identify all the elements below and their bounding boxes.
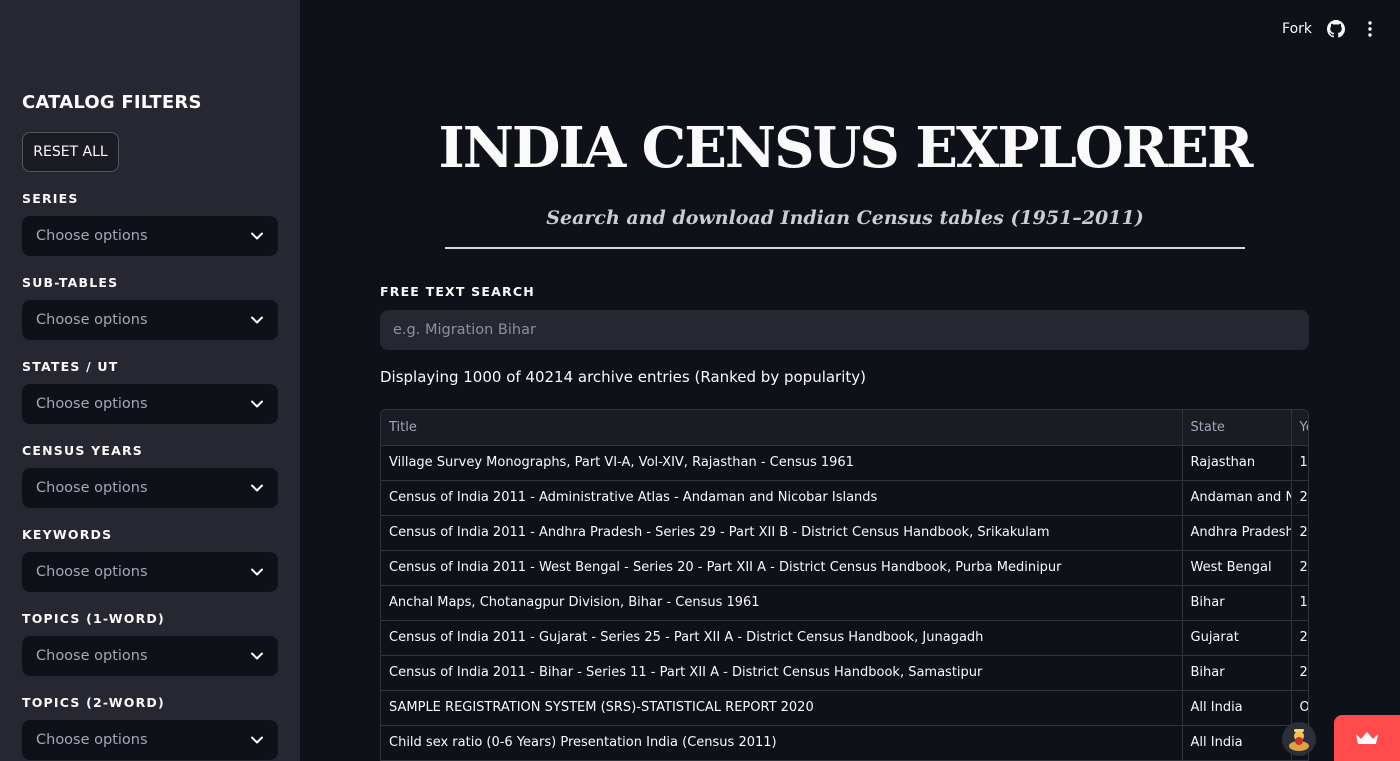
cell-state[interactable]: Bihar	[1182, 655, 1292, 691]
cell-state[interactable]: Bihar	[1182, 585, 1292, 621]
table-header-row: Title State Ye	[381, 410, 1308, 446]
cell-year[interactable]: O	[1291, 690, 1308, 726]
filter-census-years: CENSUS YEARS Choose options	[22, 442, 278, 508]
filter-topics-2-word: TOPICS (2-WORD) Choose options	[22, 694, 278, 760]
filter-topics-1-word: TOPICS (1-WORD) Choose options	[22, 610, 278, 676]
select-placeholder: Choose options	[36, 732, 148, 748]
cell-year[interactable]: 20	[1291, 620, 1308, 656]
cell-title[interactable]: Census of India 2011 - West Bengal - Ser…	[381, 550, 1183, 586]
filter-label: TOPICS (1-WORD)	[22, 611, 165, 626]
cell-state[interactable]: West Bengal	[1182, 550, 1292, 586]
results-count: Displaying 1000 of 40214 archive entries…	[380, 368, 867, 386]
kebab-menu-icon[interactable]	[1360, 19, 1380, 39]
cell-state[interactable]: Rajasthan	[1182, 445, 1292, 481]
sub-tables-multiselect[interactable]: Choose options	[22, 300, 278, 340]
filter-states-ut: STATES / UT Choose options	[22, 358, 278, 424]
table-row[interactable]: SAMPLE REGISTRATION SYSTEM (SRS)-STATIST…	[381, 690, 1308, 726]
filter-sub-tables: SUB-TABLES Choose options	[22, 274, 278, 340]
chevron-down-icon	[250, 397, 264, 411]
cell-year[interactable]: 19	[1291, 445, 1308, 481]
chevron-down-icon	[250, 733, 264, 747]
cell-title[interactable]: Anchal Maps, Chotanagpur Division, Bihar…	[381, 585, 1183, 621]
select-placeholder: Choose options	[36, 312, 148, 328]
keywords-multiselect[interactable]: Choose options	[22, 552, 278, 592]
chevron-down-icon	[250, 313, 264, 327]
cell-title[interactable]: Census of India 2011 - Bihar - Series 11…	[381, 655, 1183, 691]
cell-year[interactable]: 19	[1291, 585, 1308, 621]
cell-title[interactable]: SAMPLE REGISTRATION SYSTEM (SRS)-STATIST…	[381, 690, 1183, 726]
filter-label: SERIES	[22, 191, 79, 206]
user-avatar[interactable]	[1282, 722, 1316, 756]
filter-label: TOPICS (2-WORD)	[22, 695, 165, 710]
header-toolbar: Fork	[1282, 14, 1380, 44]
cell-title[interactable]: Census of India 2011 - Gujarat - Series …	[381, 620, 1183, 656]
column-header-state[interactable]: State	[1182, 410, 1292, 446]
sidebar-title: CATALOG FILTERS	[22, 92, 202, 113]
table-row[interactable]: Census of India 2011 - Administrative At…	[381, 480, 1308, 516]
select-placeholder: Choose options	[36, 396, 148, 412]
chevron-down-icon	[250, 481, 264, 495]
cell-title[interactable]: Child sex ratio (0-6 Years) Presentation…	[381, 725, 1183, 761]
filter-label: SUB-TABLES	[22, 275, 119, 290]
fork-link[interactable]: Fork	[1282, 21, 1312, 37]
cell-year[interactable]: 20	[1291, 480, 1308, 516]
github-icon[interactable]	[1326, 19, 1346, 39]
sidebar: CATALOG FILTERS RESET ALL SERIES Choose …	[0, 0, 300, 761]
select-placeholder: Choose options	[36, 564, 148, 580]
avatar-figure-icon	[1289, 729, 1309, 751]
topics-1-word-multiselect[interactable]: Choose options	[22, 636, 278, 676]
chevron-down-icon	[250, 649, 264, 663]
title-divider	[445, 247, 1245, 249]
app-root: CATALOG FILTERS RESET ALL SERIES Choose …	[0, 0, 1400, 761]
table-row[interactable]: Village Survey Monographs, Part VI-A, Vo…	[381, 445, 1308, 481]
cell-state[interactable]: Gujarat	[1182, 620, 1292, 656]
streamlit-badge[interactable]	[1334, 715, 1400, 761]
table-row[interactable]: Census of India 2011 - West Bengal - Ser…	[381, 550, 1308, 586]
table-row[interactable]: Census of India 2011 - Bihar - Series 11…	[381, 655, 1308, 691]
results-table[interactable]: Title State Ye Village Survey Monographs…	[380, 409, 1309, 761]
cell-year[interactable]: 20	[1291, 515, 1308, 551]
cell-year[interactable]: 20	[1291, 655, 1308, 691]
chevron-down-icon	[250, 229, 264, 243]
cell-title[interactable]: Census of India 2011 - Andhra Pradesh - …	[381, 515, 1183, 551]
census-years-multiselect[interactable]: Choose options	[22, 468, 278, 508]
filter-label: CENSUS YEARS	[22, 443, 143, 458]
states-ut-multiselect[interactable]: Choose options	[22, 384, 278, 424]
filter-label: KEYWORDS	[22, 527, 113, 542]
chevron-down-icon	[250, 565, 264, 579]
crown-icon	[1356, 732, 1378, 744]
filter-label: STATES / UT	[22, 359, 119, 374]
select-placeholder: Choose options	[36, 480, 148, 496]
table-row[interactable]: Census of India 2011 - Gujarat - Series …	[381, 620, 1308, 656]
page-title: INDIA CENSUS EXPLORER	[438, 115, 1254, 181]
table-row[interactable]: Anchal Maps, Chotanagpur Division, Bihar…	[381, 585, 1308, 621]
cell-state[interactable]: Andaman and Nic	[1182, 480, 1292, 516]
series-multiselect[interactable]: Choose options	[22, 216, 278, 256]
reset-all-button[interactable]: RESET ALL	[22, 132, 119, 172]
page-subtitle: Search and download Indian Census tables…	[546, 207, 1144, 229]
cell-year[interactable]: 20	[1291, 550, 1308, 586]
cell-state[interactable]: All India	[1182, 725, 1292, 761]
cell-state[interactable]: All India	[1182, 690, 1292, 726]
cell-title[interactable]: Census of India 2011 - Administrative At…	[381, 480, 1183, 516]
filter-series: SERIES Choose options	[22, 190, 278, 256]
table-row[interactable]: Census of India 2011 - Andhra Pradesh - …	[381, 515, 1308, 551]
cell-title[interactable]: Village Survey Monographs, Part VI-A, Vo…	[381, 445, 1183, 481]
topics-2-word-multiselect[interactable]: Choose options	[22, 720, 278, 760]
column-header-year[interactable]: Ye	[1291, 410, 1308, 446]
search-label: FREE TEXT SEARCH	[380, 284, 535, 299]
table-row[interactable]: Child sex ratio (0-6 Years) Presentation…	[381, 725, 1308, 761]
select-placeholder: Choose options	[36, 648, 148, 664]
cell-state[interactable]: Andhra Pradesh	[1182, 515, 1292, 551]
search-input[interactable]	[380, 310, 1309, 350]
select-placeholder: Choose options	[36, 228, 148, 244]
column-header-title[interactable]: Title	[381, 410, 1183, 446]
filter-keywords: KEYWORDS Choose options	[22, 526, 278, 592]
